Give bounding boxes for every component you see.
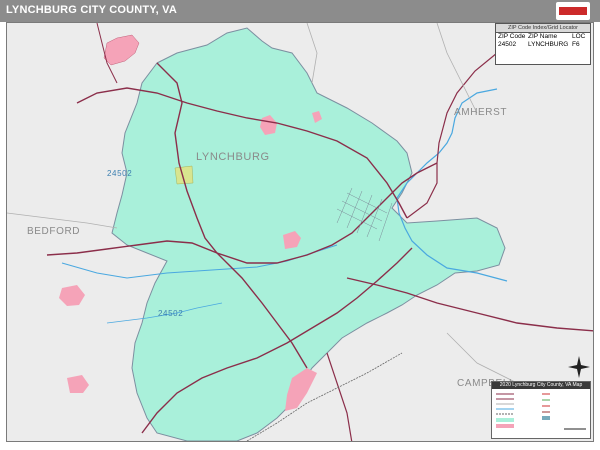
title-bar: LYNCHBURG CITY COUNTY, VA [0,0,600,22]
cell-loc: F6 [572,41,580,48]
cell-zip: 24502 [498,41,517,48]
col-loc: LOC [572,33,586,40]
map-canvas[interactable]: AMHERST BEDFORD CAMPBELL LYNCHBURG 24502… [6,22,594,442]
label-amherst: AMHERST [454,107,508,118]
publisher-logo [556,2,590,20]
col-zip-code: ZIP Code [498,33,526,40]
zip-index-header: ZIP Code Index/Grid Locator [496,24,590,33]
label-lynchburg: LYNCHBURG [196,151,270,163]
zip-index-columns: ZIP Code ZIP Name LOC [496,33,590,41]
compass-icon [568,356,590,378]
road-amherst [436,23,478,114]
table-row: 24502 LYNCHBURG F6 [496,41,590,49]
park-north [103,34,140,66]
park-southwest [67,375,89,393]
park-west [59,285,85,306]
legend-title: 2020 Lynchburg City County, VA Map [492,382,590,389]
zip-index-table: ZIP Code Index/Grid Locator ZIP Code ZIP… [495,23,591,65]
logo-flag-icon [559,7,587,15]
map-title: LYNCHBURG CITY COUNTY, VA [6,4,178,16]
highway-northeast [406,52,498,219]
label-zip-north: 24502 [107,169,133,178]
road-north-county [306,23,318,84]
label-zip-south: 24502 [158,309,184,318]
highway-south [326,352,353,441]
map-legend: 2020 Lynchburg City County, VA Map [491,381,591,439]
label-bedford: BEDFORD [27,226,81,237]
cell-name: LYNCHBURG [528,41,569,48]
col-zip-name: ZIP Name [528,33,558,40]
legend-symbols [496,393,586,430]
